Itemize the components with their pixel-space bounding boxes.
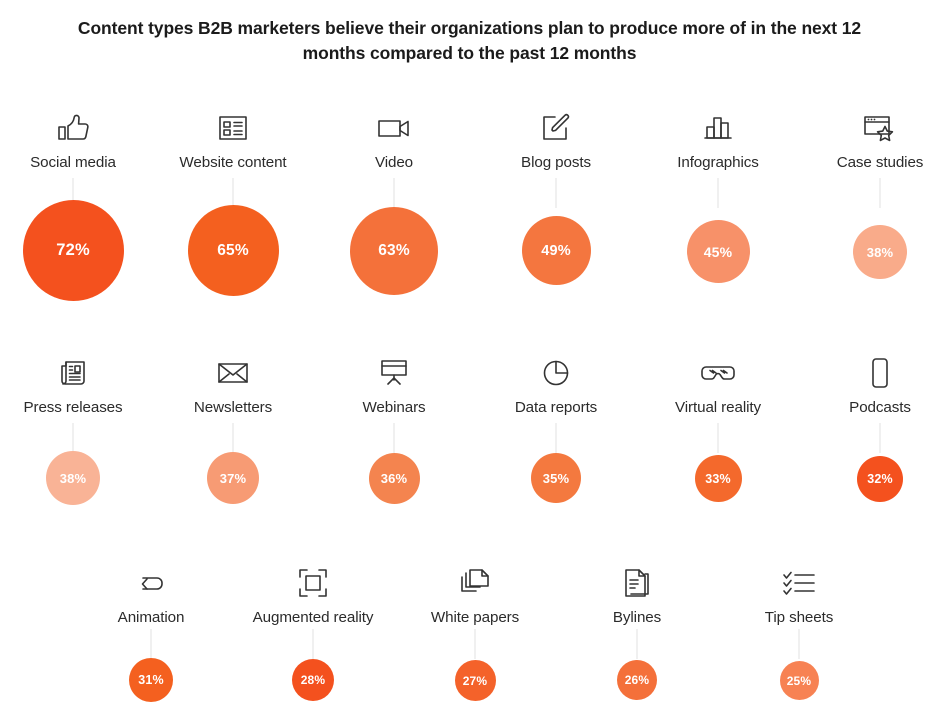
connector-line [717,423,719,453]
chart-item-label: Podcasts [849,399,911,416]
vr-goggles-icon [695,353,741,393]
checklist-icon [776,563,822,603]
connector-line [798,629,800,659]
website-layout-icon [210,108,256,148]
chart-item-label: Virtual reality [674,399,762,416]
connector-line [150,629,152,659]
value-bubble-animation: 31% [129,658,173,702]
value-bubble-virtual-reality: 33% [694,455,742,502]
mobile-phone-icon [857,353,903,393]
chart-item-label: Social media [30,154,116,171]
connector-line [312,629,314,659]
chart-item-label: Animation [117,609,185,626]
thumbs-up-icon [50,108,96,148]
chart-item-label: Blog posts [521,154,591,171]
connector-line [717,178,719,208]
chart-item-label: Newsletters [193,399,273,416]
chart-item-label: White papers [430,609,520,626]
article-doc-icon [614,563,660,603]
connector-line [636,629,638,659]
value-bubble-infographics: 45% [686,220,750,283]
connector-line [474,629,476,659]
connector-line [555,178,557,208]
pie-chart-icon [533,353,579,393]
chart-item-label: Tip sheets [764,609,834,626]
value-bubble-bylines: 26% [617,660,657,700]
connector-line [555,423,557,453]
chart-title: Content types B2B marketers believe thei… [77,18,862,63]
connector-line [232,423,234,453]
connector-line [72,423,74,453]
chart-item-label: Augmented reality [252,609,374,626]
connector-line [232,178,234,208]
connector-line [879,178,881,208]
chart-item-label: Video [374,154,414,171]
presentation-icon [371,353,417,393]
chart-item-label: Infographics [677,154,759,171]
connector-line [393,423,395,453]
value-bubble-case-studies: 38% [853,225,907,279]
value-bubble-blog-posts: 49% [521,216,591,285]
connector-line [393,178,395,208]
value-bubble-social-media: 72% [22,200,124,301]
chart-item-label: Press releases [23,399,123,416]
ar-frame-icon [290,563,336,603]
browser-star-icon [857,108,903,148]
value-bubble-tip-sheets: 25% [779,661,819,700]
bar-chart-icon [695,108,741,148]
chart-item-label: Bylines [612,609,662,626]
newspaper-icon [50,353,96,393]
value-bubble-press-releases: 38% [46,451,100,505]
video-camera-icon [371,108,417,148]
value-bubble-website-content: 65% [187,205,279,296]
pencil-square-icon [533,108,579,148]
value-bubble-data-reports: 35% [531,453,581,503]
connector-line [879,423,881,453]
loop-arrow-icon [128,563,174,603]
value-bubble-augmented-reality: 28% [292,659,334,701]
value-bubble-podcasts: 32% [857,456,903,502]
value-bubble-white-papers: 27% [454,660,496,701]
chart-item-label: Webinars [362,399,426,416]
envelope-icon [210,353,256,393]
chart-item-label: Data reports [514,399,598,416]
value-bubble-newsletters: 37% [207,452,259,504]
chart-item-label: Case studies [836,154,924,171]
value-bubble-webinars: 36% [368,453,420,504]
chart-item-label: Website content [179,154,287,171]
value-bubble-video: 63% [350,207,438,295]
stacked-pages-icon [452,563,498,603]
